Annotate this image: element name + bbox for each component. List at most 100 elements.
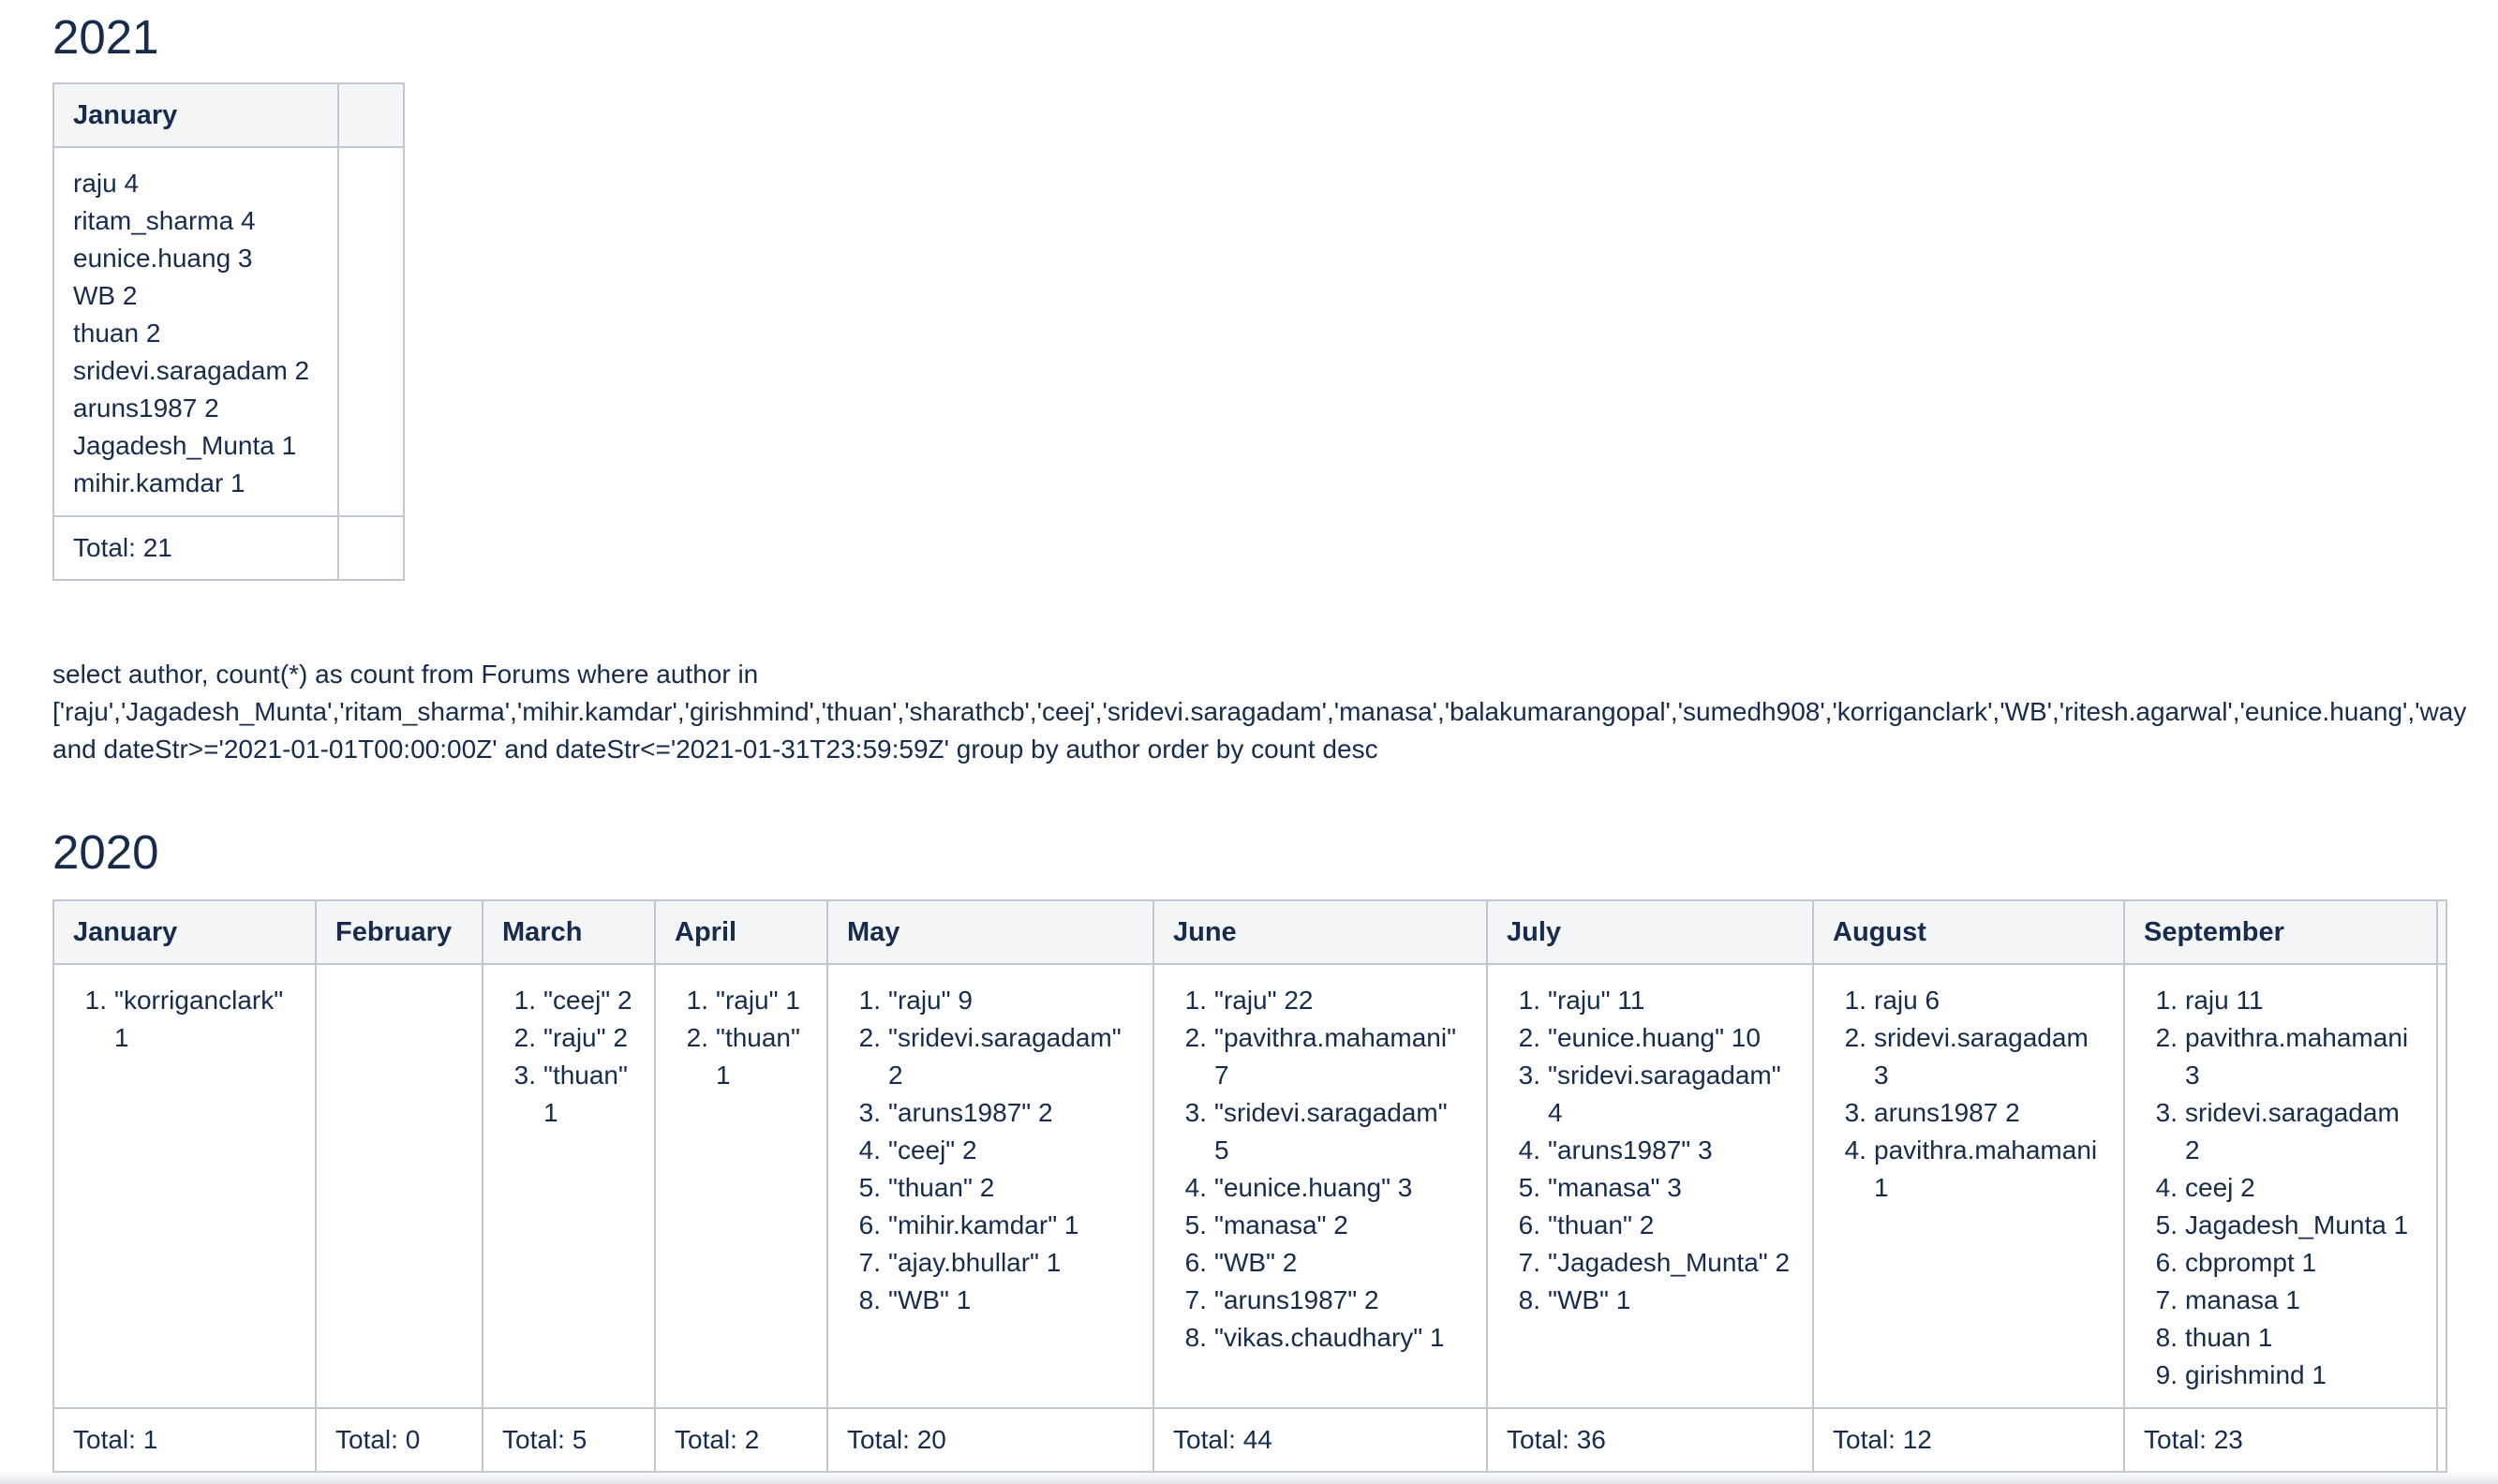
list-item-text: "raju" 9	[888, 986, 973, 1015]
header-september-2020: September	[2123, 899, 2438, 965]
query-line-3: and dateStr>='2021-01-01T00:00:00Z' and …	[52, 735, 1378, 764]
list-item-number: 1.	[2155, 986, 2178, 1015]
list-item: 6. "WB" 2	[1173, 1244, 1467, 1282]
list-item: 2. "eunice.huang" 10	[1507, 1019, 1793, 1057]
ranked-list: 1. "ceej" 2 2. "raju" 2 3. "thuan" 1	[502, 982, 635, 1132]
ranked-list: 1. "raju" 11 2. "eunice.huang" 10 3. "sridevi…	[1507, 982, 1793, 1319]
cell-march-2020: 1. "ceej" 2 2. "raju" 2 3. "thuan" 1	[482, 963, 656, 1409]
list-item-number: 1.	[686, 986, 708, 1015]
list-item: 4. "ceej" 2	[847, 1132, 1134, 1169]
list-item-number: 4.	[1844, 1135, 1866, 1165]
list-item: 3. "sridevi.saragadam" 5	[1173, 1094, 1467, 1169]
list-item-text: "WB" 1	[1548, 1285, 1631, 1314]
list-item-number: 2.	[1844, 1023, 1866, 1052]
list-item-number: 5.	[1184, 1210, 1207, 1239]
list-item: 5. Jagadesh_Munta 1	[2144, 1207, 2417, 1244]
list-item-text: "raju" 11	[1548, 986, 1645, 1015]
list-item: 2. "thuan" 1	[675, 1019, 808, 1094]
table-2021: January raju 4 ritam_sharma 4 eunice.huang…	[52, 82, 405, 581]
table-2020-body-row: 1. "korriganclark" 1 1. "ceej" 2 2. "raju" 23…	[52, 963, 2447, 1409]
total-empty-2021	[337, 515, 405, 581]
cell-may-2020: 1. "raju" 9 2. "sridevi.saragadam" 2 3. "arun…	[826, 963, 1154, 1409]
list-item: 1. "raju" 1	[675, 982, 808, 1019]
cell-september-2020: 1. raju 11 2. pavithra.mahamani 3 3. sridevi.…	[2123, 963, 2438, 1409]
list-item: 2. "sridevi.saragadam" 2	[847, 1019, 1134, 1094]
list-item-number: 4.	[1184, 1173, 1207, 1202]
list-item-text: "thuan" 2	[888, 1173, 995, 1202]
list-item-number: 1.	[1184, 986, 1207, 1015]
list-item: 1. raju 6	[1833, 982, 2104, 1019]
list-item-number: 2.	[1518, 1023, 1540, 1052]
ranked-list: 1. "raju" 22 2. "pavithra.mahamani" 7 3. "sri…	[1173, 982, 1467, 1357]
list-item-text: cbprompt 1	[2185, 1248, 2317, 1277]
cell-empty-9-2020	[2436, 963, 2447, 1409]
list-item-text: "raju" 2	[543, 1023, 628, 1052]
list-item-number: 7.	[1518, 1248, 1540, 1277]
list-item-number: 1.	[84, 986, 107, 1015]
list-item: 1. "raju" 22	[1173, 982, 1467, 1019]
list-item-number: 4.	[858, 1135, 881, 1165]
list-item: 3. aruns1987 2	[1833, 1094, 2104, 1132]
list-item-text: "thuan" 2	[1548, 1210, 1655, 1239]
list-item: 2. sridevi.saragadam 3	[1833, 1019, 2104, 1094]
cell-june-2020: 1. "raju" 22 2. "pavithra.mahamani" 7 3. "sri…	[1152, 963, 1488, 1409]
list-item: 4. ceej 2	[2144, 1169, 2417, 1207]
list-item-number: 8.	[2155, 1323, 2178, 1352]
list-item: 2. "raju" 2	[502, 1019, 635, 1057]
list-item-number: 2.	[858, 1023, 881, 1052]
list-item: 7. "Jagadesh_Munta" 2	[1507, 1244, 1793, 1282]
entry-2021: WB 2	[73, 281, 138, 310]
list-item-text: "WB" 1	[888, 1285, 972, 1314]
list-item: 9. girishmind 1	[2144, 1357, 2417, 1394]
list-item-text: thuan 1	[2185, 1323, 2273, 1352]
list-item: 1. "ceej" 2	[502, 982, 635, 1019]
list-item-number: 3.	[1844, 1098, 1866, 1127]
list-item: 6. "mihir.kamdar" 1	[847, 1207, 1134, 1244]
list-item-text: sridevi.saragadam 2	[2185, 1098, 2400, 1165]
table-2021-total-row: Total: 21	[52, 515, 405, 581]
table-2021-body-row: raju 4 ritam_sharma 4 eunice.huang 3 WB 2 th…	[52, 146, 405, 517]
list-item: 2. pavithra.mahamani 3	[2144, 1019, 2417, 1094]
list-item: 1. raju 11	[2144, 982, 2417, 1019]
list-item: 8. "WB" 1	[1507, 1282, 1793, 1319]
list-item-text: girishmind 1	[2185, 1360, 2327, 1389]
list-item-number: 3.	[2155, 1098, 2178, 1127]
query-line-2: ['raju','Jagadesh_Munta','ritam_sharma',…	[52, 697, 2467, 726]
list-item-number: 5.	[2155, 1210, 2178, 1239]
list-item: 5. "manasa" 2	[1173, 1207, 1467, 1244]
list-item-number: 5.	[1518, 1173, 1540, 1202]
list-item-number: 6.	[858, 1210, 881, 1239]
heading-2021: 2021	[52, 10, 159, 64]
list-item-text: "eunice.huang" 10	[1548, 1023, 1761, 1052]
total-august-2020: Total: 12	[1812, 1407, 2125, 1473]
list-item-number: 7.	[858, 1248, 881, 1277]
list-item-number: 6.	[1518, 1210, 1540, 1239]
list-item-text: "ceej" 2	[543, 986, 632, 1015]
list-item-text: sridevi.saragadam 3	[1874, 1023, 2089, 1090]
list-item-number: 5.	[858, 1173, 881, 1202]
header-august-2020: August	[1812, 899, 2125, 965]
list-item-text: "raju" 22	[1214, 986, 1314, 1015]
entry-2021: Jagadesh_Munta 1	[73, 431, 297, 460]
entry-2021: sridevi.saragadam 2	[73, 356, 310, 385]
header-empty-9-2020	[2436, 899, 2447, 965]
list-item-text: "Jagadesh_Munta" 2	[1548, 1248, 1791, 1277]
list-item-number: 2.	[1184, 1023, 1207, 1052]
list-item-number: 4.	[2155, 1173, 2178, 1202]
list-item: 4. pavithra.mahamani 1	[1833, 1132, 2104, 1207]
list-item-number: 7.	[1184, 1285, 1207, 1314]
list-item-text: "vikas.chaudhary" 1	[1214, 1323, 1445, 1352]
header-january-2021: January	[52, 82, 339, 148]
cell-empty-2021	[337, 146, 405, 517]
total-march-2020: Total: 5	[482, 1407, 656, 1473]
bottom-scroll-shadow	[0, 1471, 2498, 1484]
list-item: 6. cbprompt 1	[2144, 1244, 2417, 1282]
list-item-text: "aruns1987" 2	[1214, 1285, 1379, 1314]
list-item-number: 6.	[1184, 1248, 1207, 1277]
list-item-text: "pavithra.mahamani" 7	[1214, 1023, 1457, 1090]
list-item-text: "aruns1987" 2	[888, 1098, 1053, 1127]
header-january-2020: January	[52, 899, 317, 965]
list-item-number: 1.	[1518, 986, 1540, 1015]
ranked-list: 1. raju 6 2. sridevi.saragadam 3 3. aruns1987…	[1833, 982, 2104, 1207]
cell-august-2020: 1. raju 6 2. sridevi.saragadam 3 3. aruns1987…	[1812, 963, 2125, 1409]
